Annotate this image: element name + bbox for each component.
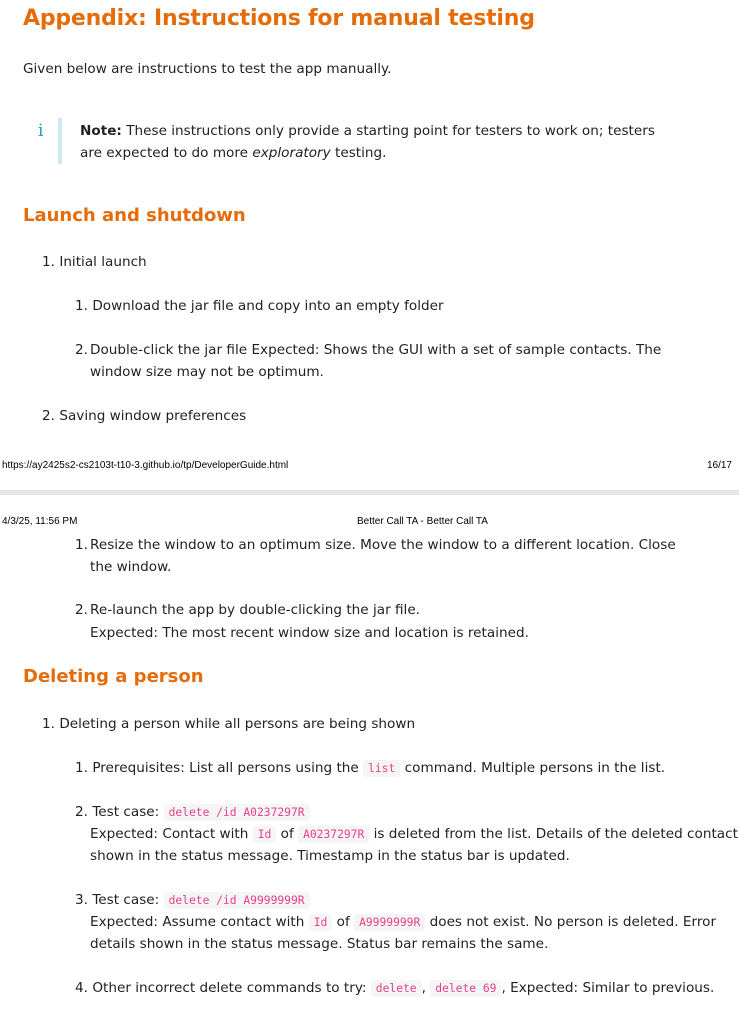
list-text: shown in the status message. Timestamp i… <box>90 848 570 864</box>
header-datetime: 4/3/25, 11:56 PM <box>2 516 78 527</box>
list-text: Download the jar file and copy into an e… <box>92 298 444 314</box>
inline-code: list <box>363 760 401 777</box>
list-text: Double-click the jar file Expected: Show… <box>90 342 662 380</box>
list-text: , Expected: Similar to previous. <box>501 980 715 996</box>
inline-code: Id <box>308 914 333 931</box>
list-number: 1. <box>75 760 88 776</box>
inline-code: A9999999R <box>354 914 426 931</box>
footer-page: 16/17 <box>706 460 732 471</box>
section-heading-launch: Launch and shutdown <box>23 205 246 226</box>
list-item: 1. Prerequisites: List all persons using… <box>75 757 665 780</box>
list-text: Test case: <box>92 804 160 820</box>
list-number: 1. <box>75 537 88 553</box>
list-text: Initial launch <box>59 254 147 270</box>
list-item: 2. Test case: delete /id A0237297R <box>75 801 310 824</box>
inline-code: delete 69 <box>430 980 502 997</box>
note-text-em: exploratory <box>252 145 331 161</box>
list-text: of <box>280 826 294 842</box>
list-text: command. Multiple persons in the list. <box>404 760 666 776</box>
intro-text: Given below are instructions to test the… <box>23 61 392 77</box>
list-text: is deleted from the list. Details of the… <box>373 826 738 842</box>
list-item: Expected: Contact with Id of A0237297R i… <box>90 823 738 846</box>
list-text: Resize the window to an optimum size. Mo… <box>90 537 676 575</box>
list-number: 1. <box>42 254 55 270</box>
list-item: 1. Download the jar file and copy into a… <box>75 295 444 317</box>
list-number: 4. <box>75 980 88 996</box>
section-heading-deleting: Deleting a person <box>23 666 204 687</box>
note-bar <box>58 118 62 164</box>
list-number: 1. <box>42 716 55 732</box>
list-number: 2. <box>42 408 55 424</box>
list-number: 3. <box>75 892 88 908</box>
note-label: Note: <box>80 123 122 139</box>
list-text: details shown in the status message. Sta… <box>90 936 549 952</box>
page-break <box>0 490 739 495</box>
list-text: Other incorrect delete commands to try: <box>92 980 367 996</box>
list-text: Expected: The most recent window size an… <box>90 625 529 641</box>
inline-code: delete /id A0237297R <box>163 804 310 821</box>
list-text: Expected: Assume contact with <box>90 914 305 930</box>
inline-code: Id <box>252 826 277 843</box>
list-text: Saving window preferences <box>59 408 247 424</box>
list-item: 2. Saving window preferences <box>42 405 246 427</box>
list-text: Re-launch the app by double-clicking the… <box>90 602 421 618</box>
inline-code: delete <box>370 980 422 997</box>
inline-code: delete /id A9999999R <box>163 892 310 909</box>
list-number: 1. <box>75 298 88 314</box>
list-text: Prerequisites: List all persons using th… <box>92 760 359 776</box>
footer-url: https://ay2425s2-cs2103t-t10-3.github.io… <box>2 460 289 471</box>
info-icon: i <box>38 121 44 141</box>
list-item: 1. Initial launch <box>42 251 147 273</box>
list-number: 2. <box>75 342 88 358</box>
list-text: Deleting a person while all persons are … <box>59 716 416 732</box>
inline-code: A0237297R <box>298 826 370 843</box>
list-number: 2. <box>75 602 88 618</box>
page-title: Appendix: Instructions for manual testin… <box>23 6 535 31</box>
list-number: 2. <box>75 804 88 820</box>
list-text: , <box>421 980 426 996</box>
note-text-b: testing. <box>335 145 387 161</box>
list-text: does not exist. No person is deleted. Er… <box>429 914 717 930</box>
list-item: Expected: Assume contact with Id of A999… <box>90 911 716 934</box>
list-text: Test case: <box>92 892 160 908</box>
list-item: 1. Deleting a person while all persons a… <box>42 713 415 735</box>
note-box: Note: These instructions only provide a … <box>80 120 680 164</box>
list-text: Expected: Contact with <box>90 826 249 842</box>
list-item: 3. Test case: delete /id A9999999R <box>75 889 310 912</box>
header-doc-title: Better Call TA - Better Call TA <box>357 516 488 527</box>
list-item: 4. Other incorrect delete commands to tr… <box>75 977 714 1000</box>
list-text: of <box>336 914 350 930</box>
